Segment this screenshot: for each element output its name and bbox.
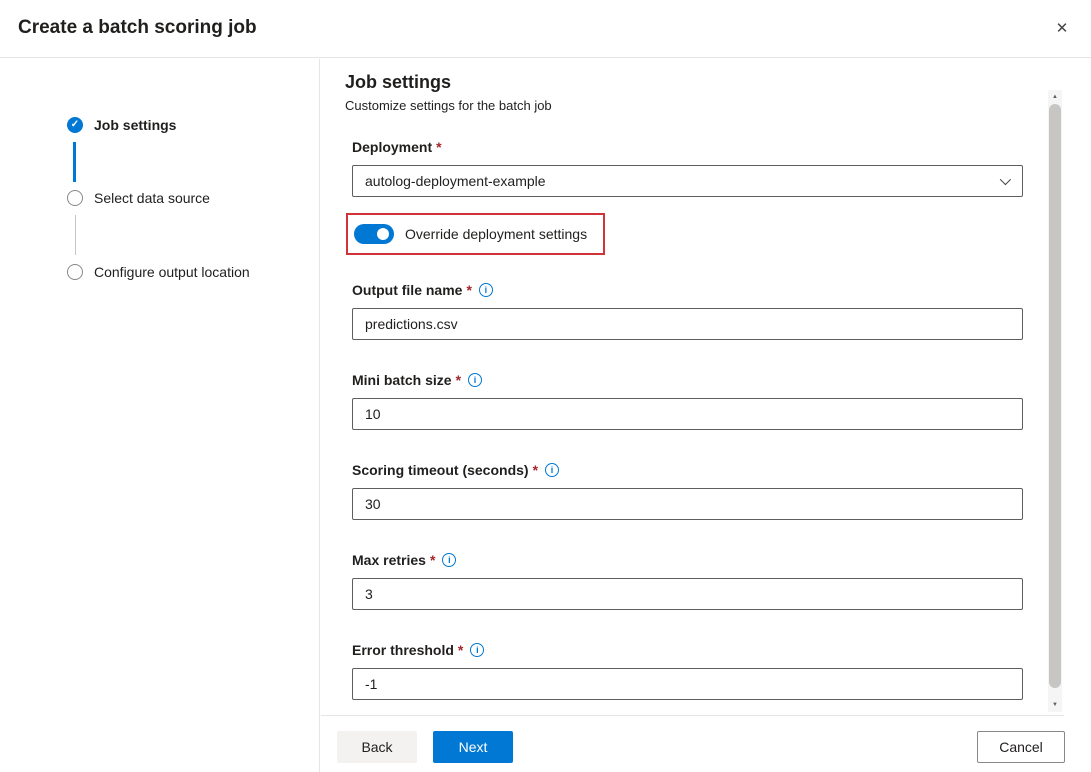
required-asterisk: * xyxy=(466,282,471,298)
scroll-down-icon[interactable]: ▼ xyxy=(1048,698,1062,712)
required-asterisk: * xyxy=(456,372,461,388)
cancel-button[interactable]: Cancel xyxy=(977,731,1065,763)
stepper-step-job-settings[interactable]: ✓ Job settings xyxy=(67,117,176,133)
toggle-label: Override deployment settings xyxy=(405,226,587,242)
wizard-stepper: ✓ Job settings Select data source Config… xyxy=(0,59,320,772)
error-threshold-input[interactable] xyxy=(352,668,1023,700)
step-pending-icon xyxy=(67,190,83,206)
panel-subtitle: Customize settings for the batch job xyxy=(345,98,1091,113)
info-icon[interactable]: i xyxy=(545,463,559,477)
close-icon: ✕ xyxy=(1056,19,1069,37)
panel-heading: Job settings xyxy=(345,72,1091,93)
step-label: Configure output location xyxy=(94,264,250,280)
annotation-highlight-box: Override deployment settings xyxy=(346,213,605,255)
required-asterisk: * xyxy=(436,139,441,155)
required-asterisk: * xyxy=(430,552,435,568)
step-pending-icon xyxy=(67,264,83,280)
label-text: Output file name xyxy=(352,282,462,298)
step-label: Select data source xyxy=(94,190,210,206)
override-deployment-settings-toggle[interactable] xyxy=(354,224,394,244)
deployment-dropdown[interactable]: autolog-deployment-example xyxy=(352,165,1023,197)
label-text: Deployment xyxy=(352,139,432,155)
scoring-timeout-label: Scoring timeout (seconds) * i xyxy=(352,460,1023,480)
mini-batch-size-input[interactable] xyxy=(352,398,1023,430)
job-settings-panel: Job settings Customize settings for the … xyxy=(321,59,1091,715)
check-icon: ✓ xyxy=(71,120,79,130)
scoring-timeout-input[interactable] xyxy=(352,488,1023,520)
step-complete-icon: ✓ xyxy=(67,117,83,133)
label-text: Mini batch size xyxy=(352,372,452,388)
step-connector-active xyxy=(73,142,76,182)
dialog-title: Create a batch scoring job xyxy=(18,17,257,39)
back-button[interactable]: Back xyxy=(337,731,417,763)
info-icon[interactable]: i xyxy=(468,373,482,387)
error-threshold-field-group: Error threshold * i xyxy=(352,640,1023,700)
dialog-header: Create a batch scoring job ✕ xyxy=(0,0,1091,58)
scrollbar-thumb[interactable] xyxy=(1049,104,1061,688)
max-retries-field-group: Max retries * i xyxy=(352,550,1023,610)
stepper-step-select-data-source[interactable]: Select data source xyxy=(67,190,210,206)
info-icon[interactable]: i xyxy=(470,643,484,657)
label-text: Scoring timeout (seconds) xyxy=(352,462,529,478)
mini-batch-size-field-group: Mini batch size * i xyxy=(352,370,1023,430)
next-button[interactable]: Next xyxy=(433,731,513,763)
step-label: Job settings xyxy=(94,117,176,133)
scoring-timeout-field-group: Scoring timeout (seconds) * i xyxy=(352,460,1023,520)
output-file-name-input[interactable] xyxy=(352,308,1023,340)
output-file-name-label: Output file name * i xyxy=(352,280,1023,300)
vertical-scrollbar[interactable]: ▲ ▼ xyxy=(1048,90,1062,712)
close-button[interactable]: ✕ xyxy=(1047,13,1077,43)
error-threshold-label: Error threshold * i xyxy=(352,640,1023,660)
max-retries-input[interactable] xyxy=(352,578,1023,610)
info-icon[interactable]: i xyxy=(479,283,493,297)
info-icon[interactable]: i xyxy=(442,553,456,567)
stepper-step-configure-output-location[interactable]: Configure output location xyxy=(67,264,250,280)
required-asterisk: * xyxy=(458,642,463,658)
required-asterisk: * xyxy=(533,462,538,478)
mini-batch-size-label: Mini batch size * i xyxy=(352,370,1023,390)
deployment-selected-value: autolog-deployment-example xyxy=(365,173,546,189)
max-retries-label: Max retries * i xyxy=(352,550,1023,570)
scroll-up-icon[interactable]: ▲ xyxy=(1048,90,1062,104)
step-connector xyxy=(75,215,76,255)
label-text: Max retries xyxy=(352,552,426,568)
deployment-label: Deployment * xyxy=(352,137,1023,157)
chevron-down-icon xyxy=(1000,174,1011,185)
output-file-name-field-group: Output file name * i xyxy=(352,280,1023,340)
job-settings-form: Deployment * autolog-deployment-example … xyxy=(352,137,1023,700)
footer-divider xyxy=(321,715,1064,716)
label-text: Error threshold xyxy=(352,642,454,658)
toggle-knob xyxy=(377,228,389,240)
